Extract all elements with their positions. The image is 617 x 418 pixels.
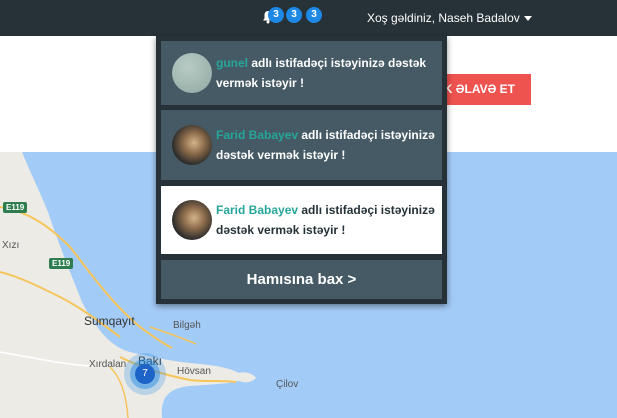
map-label-cilov: Çilov	[276, 379, 299, 390]
avatar	[172, 125, 212, 165]
user-menu-toggle[interactable]: Xoş gəldiniz, Naseh Badalov	[367, 11, 532, 25]
notification-text: gunel adlı istifadəçi istəyinizə dəstək …	[216, 53, 442, 93]
map-label-bilgeh: Bilgəh	[173, 320, 201, 331]
caret-down-icon	[523, 16, 532, 22]
avatar	[172, 53, 212, 93]
notification-item[interactable]: Farid Babayev adlı istifadəçi istəyinizə…	[161, 186, 442, 254]
avatar	[172, 200, 212, 240]
notification-message: adlı istifadəçi istəyinizə dəstək vermək…	[216, 56, 427, 90]
map-label-hovsan: Hövsan	[177, 366, 211, 377]
notification-dropdown: gunel adlı istifadəçi istəyinizə dəstək …	[156, 36, 447, 304]
marker-cluster[interactable]: 7	[124, 353, 166, 395]
notification-badge[interactable]: 3	[286, 7, 302, 23]
notification-text: Farid Babayev adlı istifadəçi istəyinizə…	[216, 125, 442, 165]
notification-username[interactable]: Farid Babayev	[216, 128, 298, 142]
notification-text: Farid Babayev adlı istifadəçi istəyinizə…	[216, 200, 442, 240]
top-navbar: 3 3 3 Xoş gəldiniz, Naseh Badalov	[0, 0, 617, 36]
notification-item[interactable]: gunel adlı istifadəçi istəyinizə dəstək …	[161, 41, 442, 105]
map-label-xirdalan: Xırdalan	[89, 359, 127, 370]
notification-username[interactable]: Farid Babayev	[216, 203, 298, 217]
see-all-button[interactable]: Hamısına bax >	[161, 260, 442, 299]
road-shield: E119	[3, 202, 28, 213]
map-label-sumqayit: Sumqayıt	[84, 314, 135, 328]
notification-badge[interactable]: 3	[306, 7, 322, 23]
welcome-text: Xoş gəldiniz, Naseh Badalov	[367, 11, 520, 25]
map-label-xizi: Xızı	[2, 240, 20, 251]
cluster-count: 7	[135, 364, 155, 384]
road-shield: E119	[49, 258, 74, 269]
notification-item[interactable]: Farid Babayev adlı istifadəçi istəyinizə…	[161, 110, 442, 180]
notification-badge[interactable]: 3	[268, 7, 284, 23]
notification-username[interactable]: gunel	[216, 56, 248, 70]
